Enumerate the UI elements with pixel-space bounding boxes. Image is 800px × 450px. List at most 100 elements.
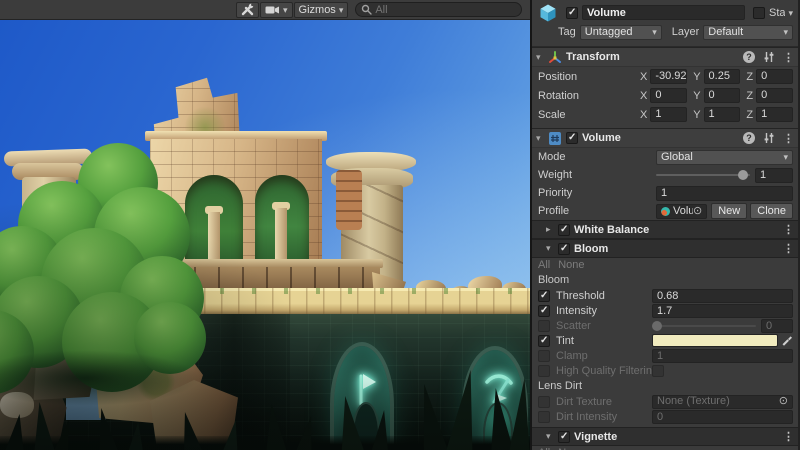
profile-label: Profile <box>538 205 656 217</box>
priority-row: Priority 1 <box>532 184 798 202</box>
threshold-field[interactable]: 0.68 <box>652 289 793 303</box>
scatter-value-field[interactable]: 0 <box>761 319 793 333</box>
tint-label: Tint <box>556 335 652 347</box>
hqf-value-checkbox[interactable] <box>652 365 664 377</box>
dirt-texture-object-field[interactable]: None (Texture) <box>652 395 793 409</box>
volume-enabled-checkbox[interactable] <box>566 132 578 144</box>
axis-x-label: X <box>640 109 647 121</box>
camera-button[interactable] <box>260 2 293 18</box>
gameobject-header: Static <box>532 0 798 22</box>
position-x-field[interactable]: -30.92 <box>650 69 687 84</box>
eyedropper-icon[interactable] <box>781 335 793 347</box>
kebab-menu-icon[interactable] <box>783 242 794 255</box>
help-icon[interactable]: ? <box>743 51 755 63</box>
dirt-intensity-field[interactable]: 0 <box>652 410 793 424</box>
dropdown-arrow-icon <box>780 151 788 163</box>
scene-toolbar: Gizmos <box>0 0 530 20</box>
tools-button[interactable] <box>236 2 259 18</box>
weight-slider[interactable] <box>656 168 750 182</box>
intensity-override-checkbox[interactable] <box>538 305 550 317</box>
dirt-intensity-override-checkbox[interactable] <box>538 411 550 423</box>
bloom-checkbox[interactable] <box>558 243 570 255</box>
scale-y-field[interactable]: 1 <box>704 107 741 122</box>
kebab-menu-icon[interactable] <box>783 132 794 145</box>
dirt-intensity-label: Dirt Intensity <box>556 411 652 423</box>
position-z-field[interactable]: 0 <box>756 69 793 84</box>
hqf-override-checkbox[interactable] <box>538 365 550 377</box>
tint-color-swatch[interactable] <box>652 334 778 347</box>
foldout-arrow-icon[interactable] <box>546 224 558 235</box>
vignette-all-none-row: All None <box>532 446 798 450</box>
mode-label: Mode <box>538 151 656 163</box>
vignette-header[interactable]: Vignette <box>532 427 798 446</box>
object-picker-icon[interactable] <box>779 395 788 408</box>
volume-profile-icon <box>661 207 670 216</box>
all-link[interactable]: All <box>538 259 550 271</box>
scatter-slider[interactable] <box>652 319 756 333</box>
static-dropdown-arrow[interactable] <box>785 7 793 19</box>
axis-x-label: X <box>640 90 647 102</box>
none-link[interactable]: None <box>558 259 584 271</box>
layer-label: Layer <box>672 26 700 38</box>
tag-dropdown[interactable]: Untagged <box>580 25 662 40</box>
foldout-arrow-icon[interactable] <box>546 243 558 254</box>
priority-field[interactable]: 1 <box>656 186 793 201</box>
script-icon <box>548 131 562 146</box>
game-scene[interactable] <box>0 20 532 450</box>
clamp-field[interactable]: 1 <box>652 349 793 363</box>
mode-row: Mode Global <box>532 148 798 166</box>
threshold-row: Threshold 0.68 <box>532 288 798 303</box>
axis-y-label: Y <box>693 109 700 121</box>
gameobject-active-checkbox[interactable] <box>566 7 578 19</box>
dirt-texture-override-checkbox[interactable] <box>538 396 550 408</box>
scale-x-field[interactable]: 1 <box>650 107 687 122</box>
scene-search-field[interactable] <box>355 2 522 17</box>
object-picker-icon[interactable] <box>693 205 702 218</box>
intensity-field[interactable]: 1.7 <box>652 304 793 318</box>
transform-header[interactable]: Transform ? <box>532 47 798 67</box>
rotation-y-field[interactable]: 0 <box>704 88 741 103</box>
presets-icon[interactable] <box>763 51 775 63</box>
threshold-override-checkbox[interactable] <box>538 290 550 302</box>
axis-y-label: Y <box>693 71 700 83</box>
kebab-menu-icon[interactable] <box>783 430 794 443</box>
weight-value-field[interactable]: 1 <box>755 168 793 183</box>
static-checkbox[interactable] <box>753 7 765 19</box>
tint-override-checkbox[interactable] <box>538 335 550 347</box>
gizmos-button[interactable]: Gizmos <box>294 2 349 18</box>
rotation-z-field[interactable]: 0 <box>756 88 793 103</box>
foldout-arrow-icon[interactable] <box>546 431 558 442</box>
bloom-header[interactable]: Bloom <box>532 239 798 258</box>
profile-clone-button[interactable]: Clone <box>750 203 793 219</box>
foldout-arrow-icon[interactable] <box>536 133 548 144</box>
rotation-x-field[interactable]: 0 <box>650 88 687 103</box>
kebab-menu-icon[interactable] <box>783 51 794 64</box>
kebab-menu-icon[interactable] <box>783 223 794 236</box>
vignette-checkbox[interactable] <box>558 431 570 443</box>
mode-dropdown[interactable]: Global <box>656 150 793 165</box>
presets-icon[interactable] <box>763 132 775 144</box>
profile-new-button[interactable]: New <box>711 203 747 219</box>
gameobject-name-field[interactable] <box>582 5 745 20</box>
dirt-texture-row: Dirt Texture None (Texture) <box>532 394 798 409</box>
scale-z-field[interactable]: 1 <box>756 107 793 122</box>
bloom-title: Bloom <box>574 243 608 255</box>
search-input[interactable] <box>375 4 516 16</box>
scene-view[interactable]: Gizmos <box>0 0 532 450</box>
clamp-override-checkbox[interactable] <box>538 350 550 362</box>
intensity-label: Intensity <box>556 305 652 317</box>
help-icon[interactable]: ? <box>743 132 755 144</box>
white-balance-checkbox[interactable] <box>558 224 570 236</box>
scatter-override-checkbox[interactable] <box>538 320 550 332</box>
layer-dropdown[interactable]: Default <box>703 25 793 40</box>
foldout-arrow-icon[interactable] <box>536 52 548 63</box>
transform-title: Transform <box>566 51 620 63</box>
volume-component-header[interactable]: Volume ? <box>532 128 798 148</box>
gizmos-dropdown-arrow <box>336 4 344 16</box>
profile-object-field[interactable]: Volume_Gl <box>656 204 707 219</box>
camera-icon <box>265 4 280 16</box>
weight-label: Weight <box>538 169 656 181</box>
white-balance-header[interactable]: White Balance <box>532 220 798 239</box>
position-y-field[interactable]: 0.25 <box>704 69 741 84</box>
dirt-texture-label: Dirt Texture <box>556 396 652 408</box>
